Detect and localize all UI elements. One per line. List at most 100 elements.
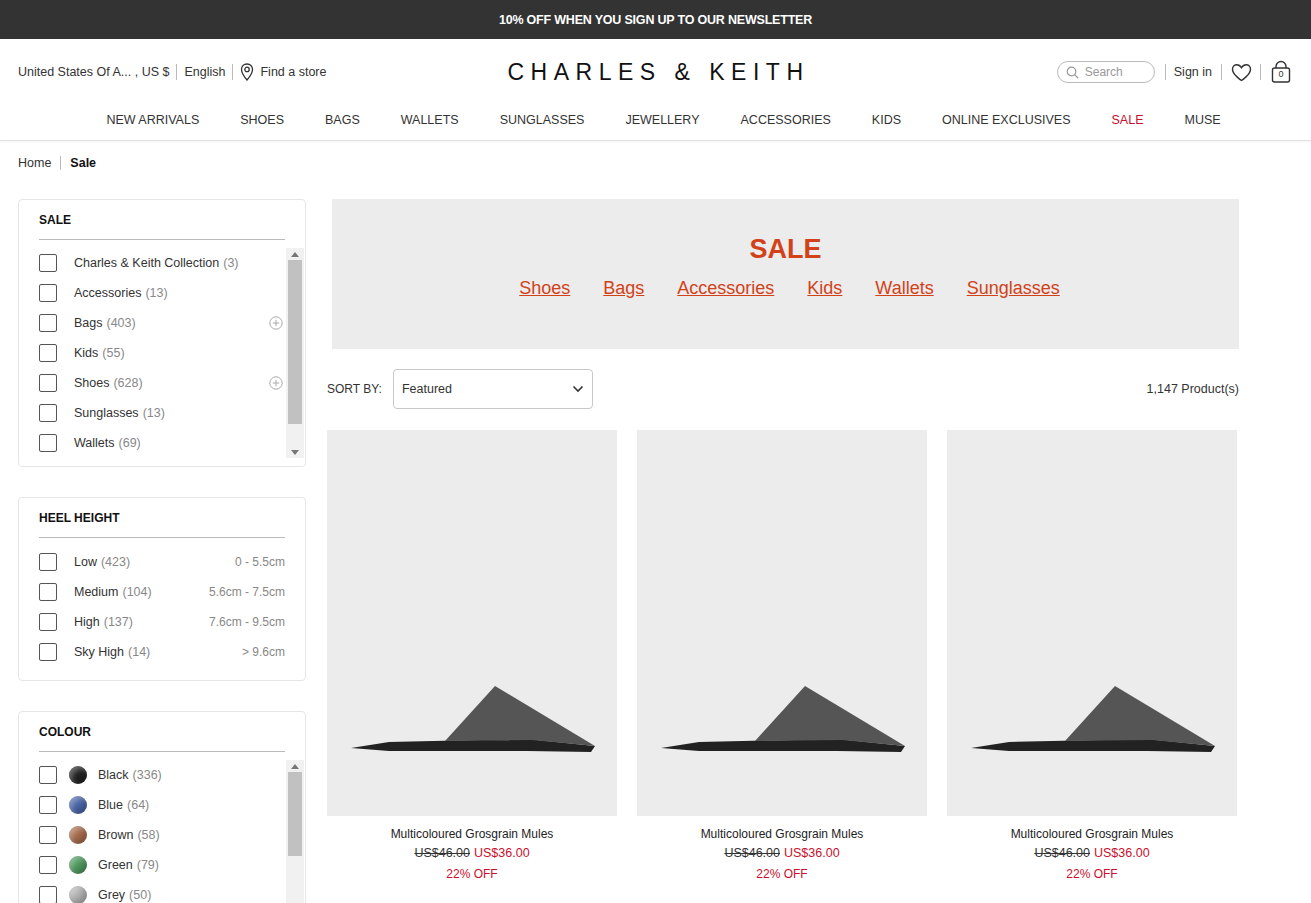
- filter-option[interactable]: Brown(58): [39, 820, 286, 850]
- panel-title: COLOUR: [39, 712, 285, 752]
- expand-toggle[interactable]: [269, 376, 283, 390]
- newsletter-banner[interactable]: 10% OFF WHEN YOU SIGN UP TO OUR NEWSLETT…: [0, 0, 1311, 39]
- option-label: Sunglasses: [74, 406, 139, 420]
- category-link[interactable]: Accessories: [677, 277, 774, 299]
- option-count: (50): [129, 888, 151, 902]
- banner-text[interactable]: 10% OFF WHEN YOU SIGN UP TO OUR NEWSLETT…: [499, 13, 812, 27]
- checkbox[interactable]: [39, 434, 57, 452]
- filter-option[interactable]: Bags(403): [39, 308, 286, 338]
- option-count: (55): [102, 346, 124, 360]
- checkbox[interactable]: [39, 374, 57, 392]
- search-input[interactable]: [1085, 65, 1145, 79]
- nav-item[interactable]: MUSE: [1185, 113, 1221, 127]
- checkbox[interactable]: [39, 344, 57, 362]
- filter-option[interactable]: High(137)7.6cm - 9.5cm: [39, 607, 285, 637]
- arrow-up-icon[interactable]: [291, 252, 299, 257]
- filter-option[interactable]: Low(423)0 - 5.5cm: [39, 547, 285, 577]
- product-name[interactable]: Multicoloured Grosgrain Mules: [637, 825, 927, 843]
- filter-option[interactable]: Blue(64): [39, 790, 286, 820]
- arrow-down-icon[interactable]: [291, 450, 299, 455]
- category-link[interactable]: Kids: [807, 277, 842, 299]
- breadcrumb-item[interactable]: Home: [18, 156, 51, 170]
- scrollbar[interactable]: [286, 760, 304, 903]
- option-count: (628): [113, 376, 142, 390]
- filter-option[interactable]: Kids (55): [39, 338, 286, 368]
- nav-item[interactable]: BAGS: [325, 113, 360, 127]
- scrollbar-thumb[interactable]: [288, 260, 302, 424]
- checkbox[interactable]: [39, 404, 57, 422]
- checkbox[interactable]: [39, 613, 57, 631]
- filter-option[interactable]: Sunglasses(13): [39, 398, 286, 428]
- checkbox[interactable]: [39, 314, 57, 332]
- chevron-down-icon[interactable]: [572, 385, 584, 393]
- category-link[interactable]: Wallets: [875, 277, 933, 299]
- product-image[interactable]: [947, 430, 1237, 816]
- search-box[interactable]: [1057, 61, 1155, 83]
- checkbox[interactable]: [39, 284, 57, 302]
- checkbox[interactable]: [39, 766, 57, 784]
- panel-title: HEEL HEIGHT: [39, 498, 285, 538]
- product-image[interactable]: [637, 430, 927, 816]
- scrollbar-thumb[interactable]: [288, 772, 302, 856]
- filter-option[interactable]: Shoes (628): [39, 368, 286, 398]
- checkbox[interactable]: [39, 826, 57, 844]
- checkbox[interactable]: [39, 886, 57, 903]
- checkbox[interactable]: [39, 254, 57, 272]
- sign-in-link[interactable]: Sign in: [1174, 65, 1212, 79]
- language-selector[interactable]: English: [184, 65, 225, 79]
- option-label: Kids: [74, 346, 98, 360]
- nav-item[interactable]: WALLETS: [401, 113, 459, 127]
- nav-item[interactable]: SUNGLASSES: [500, 113, 585, 127]
- option-label: Medium: [74, 585, 118, 599]
- filter-option[interactable]: Accessories(13): [39, 278, 286, 308]
- brand-logo[interactable]: CHARLES & KEITH: [502, 59, 810, 86]
- product-name[interactable]: Multicoloured Grosgrain Mules: [947, 825, 1237, 843]
- filter-option[interactable]: Wallets(69): [39, 428, 286, 458]
- checkbox[interactable]: [39, 583, 57, 601]
- product-card[interactable]: Multicoloured Grosgrain MulesUS$46.00US$…: [327, 430, 617, 885]
- filter-option[interactable]: Green(79): [39, 850, 286, 880]
- filter-option[interactable]: Black(336): [39, 760, 286, 790]
- category-link[interactable]: Bags: [603, 277, 644, 299]
- plus-circle-icon[interactable]: [269, 376, 283, 390]
- expand-toggle[interactable]: [269, 316, 283, 330]
- checkbox[interactable]: [39, 796, 57, 814]
- heart-icon[interactable]: [1231, 63, 1252, 82]
- checkbox[interactable]: [39, 643, 57, 661]
- product-name[interactable]: Multicoloured Grosgrain Mules: [327, 825, 617, 843]
- find-store-link[interactable]: Find a store: [260, 65, 326, 79]
- location-pin-icon[interactable]: [240, 63, 254, 81]
- product-image[interactable]: [327, 430, 617, 816]
- shopping-bag[interactable]: 0: [1269, 60, 1293, 84]
- arrow-up-icon[interactable]: [291, 764, 299, 769]
- scrollbar-track: [286, 772, 304, 903]
- region-selector[interactable]: United States Of A... , US $: [18, 65, 169, 79]
- search-icon[interactable]: [1066, 66, 1079, 79]
- category-link[interactable]: Shoes: [519, 277, 570, 299]
- separator: [60, 156, 61, 170]
- filter-option[interactable]: Medium(104)5.6cm - 7.5cm: [39, 577, 285, 607]
- scrollbar[interactable]: [286, 248, 304, 458]
- nav-item[interactable]: ONLINE EXCLUSIVES: [942, 113, 1071, 127]
- filter-list: Low(423)0 - 5.5cmMedium(104)5.6cm - 7.5c…: [39, 547, 285, 667]
- product-card[interactable]: Multicoloured Grosgrain MulesUS$46.00US$…: [947, 430, 1237, 885]
- filter-option[interactable]: Grey(50): [39, 880, 286, 903]
- sort-select[interactable]: Featured: [393, 369, 593, 409]
- nav-item[interactable]: JEWELLERY: [625, 113, 699, 127]
- checkbox[interactable]: [39, 856, 57, 874]
- nav-item[interactable]: SALE: [1112, 113, 1144, 127]
- option-label: Shoes: [74, 376, 109, 390]
- filter-option[interactable]: Sky High(14)> 9.6cm: [39, 637, 285, 667]
- nav-item[interactable]: SHOES: [240, 113, 284, 127]
- nav-item[interactable]: ACCESSORIES: [741, 113, 831, 127]
- heel-height-panel: HEEL HEIGHT Low(423)0 - 5.5cmMedium(104)5…: [18, 497, 306, 681]
- product-card[interactable]: Multicoloured Grosgrain MulesUS$46.00US$…: [637, 430, 927, 885]
- filter-option[interactable]: Charles & Keith Collection(3): [39, 248, 286, 278]
- product-price: US$46.00US$36.00: [637, 843, 927, 864]
- plus-circle-icon[interactable]: [269, 316, 283, 330]
- nav-item[interactable]: KIDS: [872, 113, 901, 127]
- checkbox[interactable]: [39, 553, 57, 571]
- nav-item[interactable]: NEW ARRIVALS: [106, 113, 199, 127]
- category-link[interactable]: Sunglasses: [967, 277, 1060, 299]
- sale-filter-panel: SALECharles & Keith Collection(3)Accesso…: [18, 199, 306, 467]
